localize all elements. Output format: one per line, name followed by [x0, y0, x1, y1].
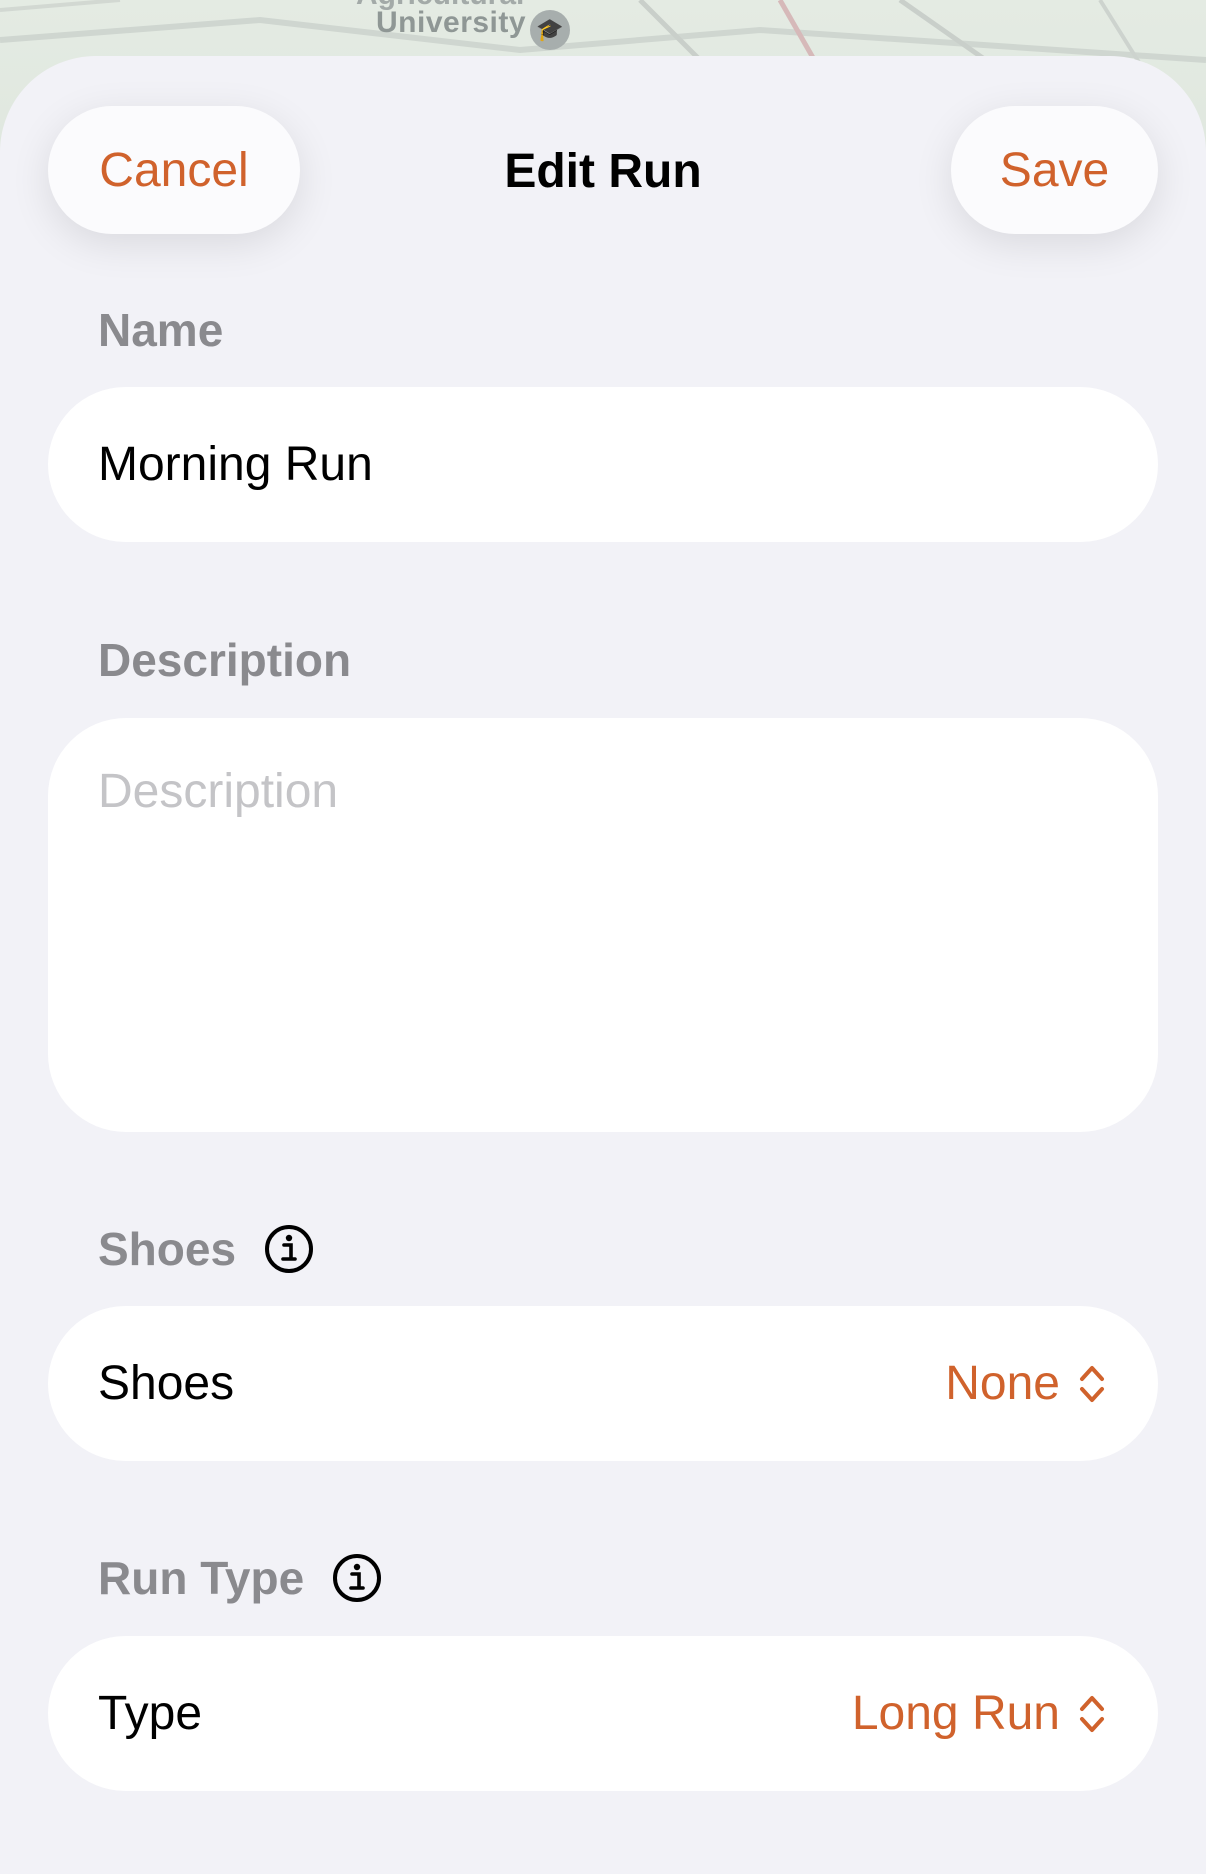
edit-run-sheet: Cancel Edit Run Save Name Morning Run De…: [0, 56, 1206, 1874]
shoes-label-text: Shoes: [98, 1223, 237, 1275]
map-place-label: University: [376, 6, 527, 39]
info-circle-icon[interactable]: [264, 1224, 314, 1274]
chevron-up-down-icon: [1080, 1365, 1104, 1402]
sheet-header: Cancel Edit Run Save: [0, 56, 1206, 256]
shoes-row-label: Shoes: [98, 1357, 235, 1410]
name-field[interactable]: Morning Run: [48, 387, 1158, 542]
description-placeholder: Description: [98, 765, 339, 818]
description-field[interactable]: Description: [48, 718, 1158, 1132]
shoes-section-label: Shoes: [98, 1222, 314, 1276]
graduation-cap-icon: 🎓: [530, 10, 570, 50]
run-type-picker-row[interactable]: Type Long Run: [48, 1636, 1158, 1791]
run-type-label-text: Run Type: [98, 1552, 305, 1604]
description-label-text: Description: [98, 634, 352, 686]
name-section-label: Name: [98, 303, 223, 357]
run-type-picker-value[interactable]: Long Run: [852, 1686, 1108, 1741]
save-button[interactable]: Save: [951, 106, 1158, 234]
chevron-up-down-icon: [1080, 1695, 1104, 1732]
shoes-picker-row[interactable]: Shoes None: [48, 1306, 1158, 1461]
name-label-text: Name: [98, 304, 224, 356]
info-circle-icon[interactable]: [332, 1553, 382, 1603]
shoes-picker-value[interactable]: None: [945, 1356, 1108, 1411]
run-type-section-label: Run Type: [98, 1551, 382, 1605]
run-type-selected-value: Long Run: [851, 1687, 1060, 1740]
description-section-label: Description: [98, 633, 351, 687]
run-type-row-label: Type: [98, 1687, 203, 1740]
name-field-value: Morning Run: [98, 438, 373, 491]
shoes-selected-value: None: [945, 1357, 1060, 1410]
